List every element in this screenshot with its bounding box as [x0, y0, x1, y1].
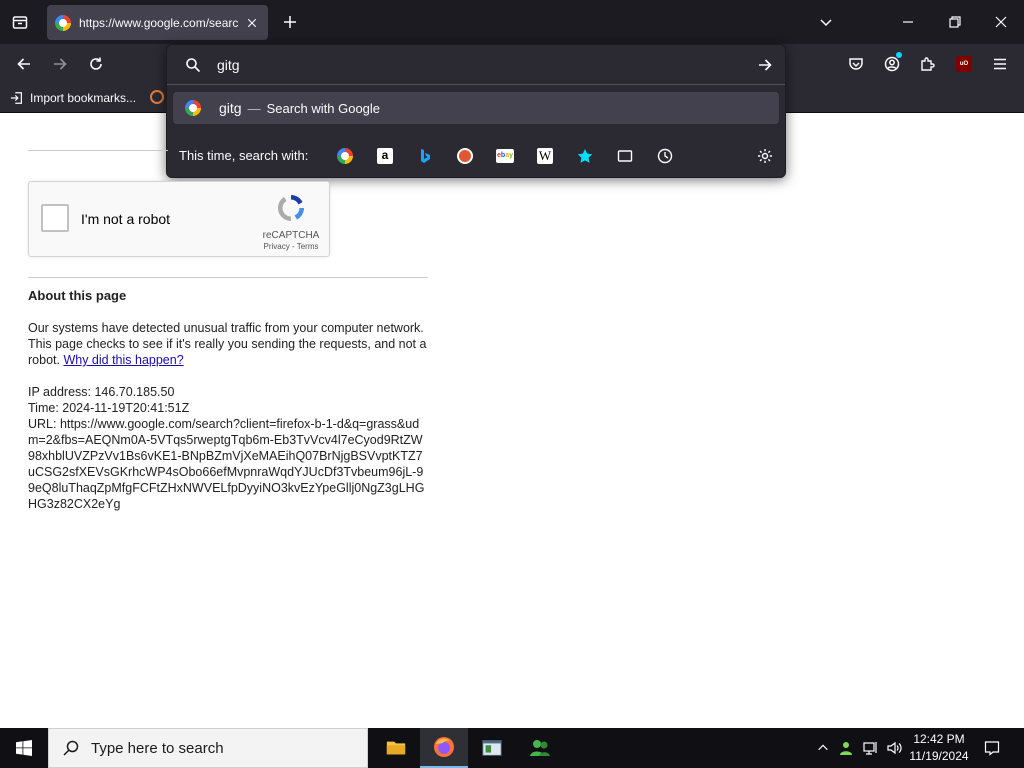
forward-arrow-icon[interactable]: [44, 48, 76, 80]
close-window-icon[interactable]: [985, 6, 1017, 38]
suggestion-separator: —: [247, 100, 261, 116]
import-bookmarks-button[interactable]: Import bookmarks...: [10, 87, 136, 109]
browser-tab[interactable]: https://www.google.com/searc: [47, 5, 268, 40]
reload-icon[interactable]: [80, 48, 112, 80]
bookmarks-star-icon[interactable]: [574, 145, 596, 167]
wikipedia-engine-icon[interactable]: W: [534, 145, 556, 167]
why-did-this-happen-link[interactable]: Why did this happen?: [63, 353, 183, 367]
recaptcha-label: I'm not a robot: [81, 211, 171, 227]
new-tab-icon[interactable]: [274, 6, 306, 38]
bing-engine-icon[interactable]: [414, 145, 436, 167]
back-arrow-icon[interactable]: [8, 48, 40, 80]
unusual-traffic-paragraph: Our systems have detected unusual traffi…: [28, 320, 428, 368]
one-off-search-row: This time, search with:: [167, 137, 785, 173]
extensions-icon[interactable]: [912, 48, 944, 80]
duckduckgo-engine-icon[interactable]: [454, 145, 476, 167]
recaptcha-checkbox[interactable]: [41, 204, 69, 232]
ip-address-text: IP address: 146.70.185.50: [28, 385, 175, 399]
file-explorer-icon[interactable]: [372, 728, 420, 768]
clock-date: 11/19/2024: [909, 749, 969, 763]
url-text: URL: https://www.google.com/search?clien…: [28, 417, 425, 511]
notification-dot: [896, 52, 902, 58]
google-logo-icon: [185, 100, 201, 116]
tabs-icon[interactable]: [614, 145, 636, 167]
recaptcha-logo-icon: [277, 195, 304, 221]
search-icon: [63, 740, 79, 756]
google-logo-icon: [55, 14, 71, 31]
ublock-origin-icon[interactable]: uO: [948, 48, 980, 80]
bookmark-favicon-icon[interactable]: [150, 90, 164, 104]
account-icon[interactable]: [876, 48, 908, 80]
suggestion-query: gitg: [219, 100, 242, 116]
recaptcha-brand: reCAPTCHA: [262, 230, 320, 241]
clock-time: 12:42 PM: [913, 732, 965, 746]
show-hidden-icons-chevron-icon[interactable]: [813, 738, 833, 758]
minimize-icon[interactable]: [892, 6, 924, 38]
search-suggestion[interactable]: gitg — Search with Google: [173, 92, 779, 124]
network-icon[interactable]: [861, 738, 881, 758]
time-text: Time: 2024-11-19T20:41:51Z: [28, 401, 190, 415]
pocket-icon[interactable]: [840, 48, 872, 80]
restore-icon[interactable]: [939, 6, 971, 38]
people-app-icon[interactable]: [516, 728, 564, 768]
search-settings-gear-icon[interactable]: [754, 145, 776, 167]
tab-list-icon[interactable]: [4, 6, 36, 38]
start-windows-icon[interactable]: [0, 728, 48, 768]
import-bookmarks-label: Import bookmarks...: [30, 91, 137, 105]
tab-title: https://www.google.com/searc: [79, 15, 239, 30]
recaptcha-widget: I'm not a robot reCAPTCHA Privacy - Term…: [28, 181, 330, 257]
taskbar-search-box[interactable]: Type here to search: [48, 728, 368, 768]
firefox-icon[interactable]: [420, 728, 468, 768]
chevron-down-icon[interactable]: [810, 6, 842, 38]
app-window-icon[interactable]: [468, 728, 516, 768]
history-clock-icon[interactable]: [654, 145, 676, 167]
taskbar-search-placeholder: Type here to search: [91, 739, 224, 757]
amazon-engine-icon[interactable]: a: [374, 145, 396, 167]
close-tab-icon[interactable]: [244, 15, 260, 31]
address-bar-dropdown: gitg — Search with Google This time, sea…: [166, 44, 786, 178]
divider: [28, 277, 428, 278]
about-page-heading: About this page: [28, 288, 127, 303]
notification-center-icon[interactable]: [982, 738, 1002, 758]
address-input[interactable]: [217, 56, 717, 74]
tab-strip: https://www.google.com/searc: [0, 0, 1024, 44]
suggestion-hint: Search with Google: [266, 100, 381, 116]
search-icon: [186, 58, 201, 73]
google-engine-icon[interactable]: [334, 145, 356, 167]
divider: [28, 150, 168, 151]
system-clock[interactable]: 12:42 PM 11/19/2024: [900, 731, 978, 765]
import-icon: [10, 92, 22, 104]
ebay-engine-icon[interactable]: ebay: [494, 145, 516, 167]
go-arrow-icon[interactable]: [757, 57, 773, 73]
recaptcha-privacy-terms[interactable]: Privacy - Terms: [251, 242, 331, 251]
user-status-icon[interactable]: [837, 738, 857, 758]
menu-icon[interactable]: [984, 48, 1016, 80]
one-off-label: This time, search with:: [179, 147, 309, 163]
address-bar[interactable]: [167, 45, 785, 85]
